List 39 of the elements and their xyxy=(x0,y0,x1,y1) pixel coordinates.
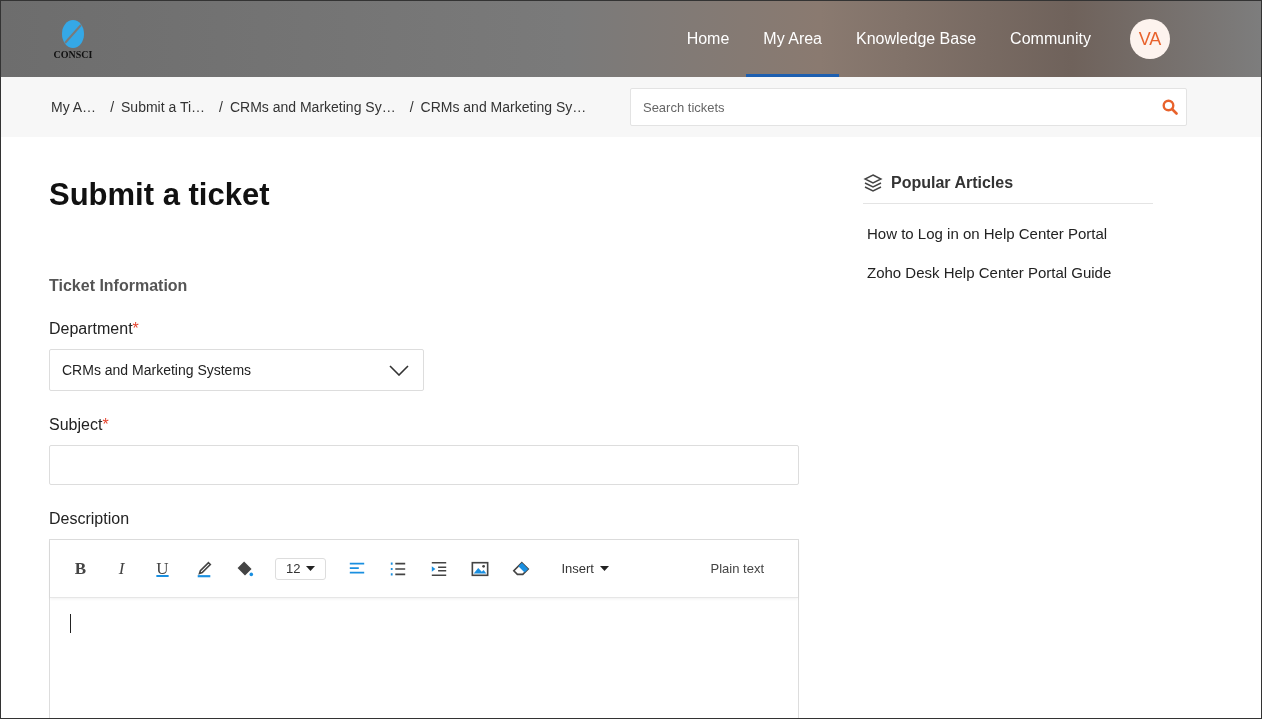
nav-link[interactable]: Community xyxy=(993,1,1108,77)
logo[interactable]: CONSCI xyxy=(49,18,97,60)
eraser-icon xyxy=(511,559,530,578)
field-label: Subject* xyxy=(49,416,110,434)
breadcrumb-link[interactable]: Submit a Ti… xyxy=(121,99,206,115)
description-editor[interactable]: B I U 12 Insert Plain text xyxy=(49,539,799,718)
caret-icon xyxy=(600,566,609,571)
format-button[interactable]: B xyxy=(70,557,91,580)
field-label: Department* xyxy=(49,320,140,338)
format-button[interactable]: U xyxy=(152,557,173,580)
breadcrumb-link[interactable]: CRMs and Marketing Sy… xyxy=(420,99,587,115)
search-field[interactable]: Search tickets xyxy=(629,88,1187,126)
breadcrumb-link[interactable]: CRMs and Marketing Sy… xyxy=(229,99,396,115)
chevron-down-icon xyxy=(389,364,409,376)
nav-link[interactable]: Home xyxy=(669,1,747,77)
plain-text-button[interactable]: Plain text xyxy=(704,560,770,577)
breadcrumb-separator: / xyxy=(110,99,114,115)
article-link[interactable]: Zoho Desk Help Center Portal Guide xyxy=(867,264,1153,281)
logo-icon xyxy=(61,18,85,49)
breadcrumb-link[interactable]: My A… xyxy=(51,99,97,115)
page-title: Submit a ticket xyxy=(49,177,271,213)
caret-icon xyxy=(306,566,316,571)
subject-input[interactable] xyxy=(49,445,799,485)
toolbar-dropdown[interactable]: 12 xyxy=(275,557,327,580)
department-select[interactable]: CRMs and Marketing Systems xyxy=(49,349,424,391)
image-icon xyxy=(470,559,489,578)
text-cursor xyxy=(70,614,71,633)
section-title: Ticket Information xyxy=(49,277,189,295)
breadcrumb-separator: / xyxy=(409,99,414,115)
nav-link[interactable]: Knowledge Base xyxy=(839,1,994,77)
format-button[interactable]: I xyxy=(111,557,132,580)
logo-text: CONSCI xyxy=(53,48,93,60)
field-label: Description xyxy=(49,510,131,528)
article-link[interactable]: How to Log in on Help Center Portal xyxy=(867,225,1153,242)
indent-icon xyxy=(429,559,448,578)
sidebar-title: Popular Articles xyxy=(891,174,1014,192)
layers-icon xyxy=(863,173,883,193)
search-icon[interactable] xyxy=(1162,99,1178,115)
breadcrumb-separator: / xyxy=(219,99,223,115)
